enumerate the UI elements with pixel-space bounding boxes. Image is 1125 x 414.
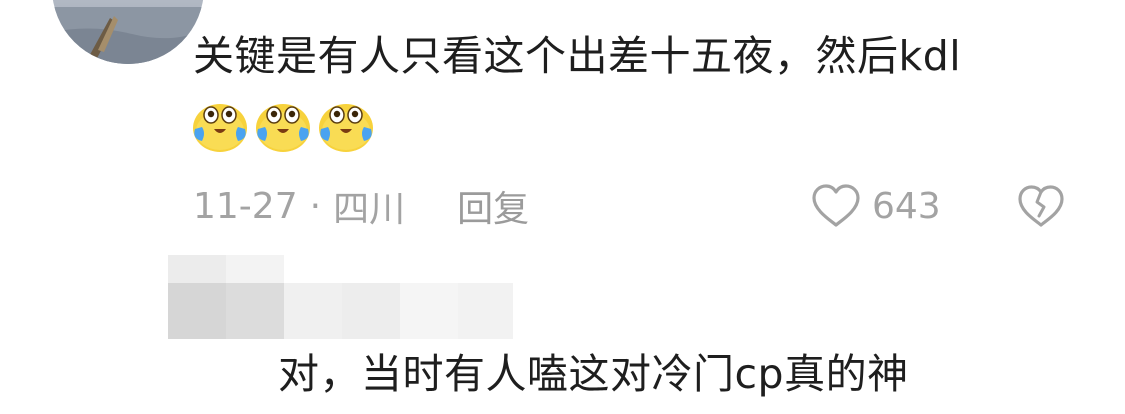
reply-button[interactable]: 回复 <box>457 180 529 232</box>
comment-meta: 11-27 · 四川 回复 <box>193 181 529 231</box>
comment-date: 11-27 <box>193 185 298 227</box>
like-button[interactable]: 643 <box>810 180 941 232</box>
avatar[interactable] <box>52 0 204 64</box>
comment-text: 关键是有人只看这个出差十五夜，然后kdl <box>193 32 962 80</box>
comment-thread: 关键是有人只看这个出差十五夜，然后kdl 11-27 · 四川 回复 643 对… <box>0 0 1125 414</box>
comment-location: 四川 <box>333 189 406 230</box>
broken-heart-icon[interactable] <box>1017 183 1065 229</box>
meta-separator: · <box>309 185 322 227</box>
crying-laughing-emoji <box>319 104 373 152</box>
like-count: 643 <box>872 185 941 227</box>
redacted-username <box>168 255 513 343</box>
heart-icon <box>812 184 860 227</box>
emoji-row <box>190 95 376 159</box>
avatar-image <box>52 7 204 64</box>
reply-text: 对，当时有人嗑这对冷门cp真的神 <box>278 350 909 398</box>
crying-laughing-emoji <box>193 104 247 152</box>
crying-laughing-emoji <box>256 104 310 152</box>
